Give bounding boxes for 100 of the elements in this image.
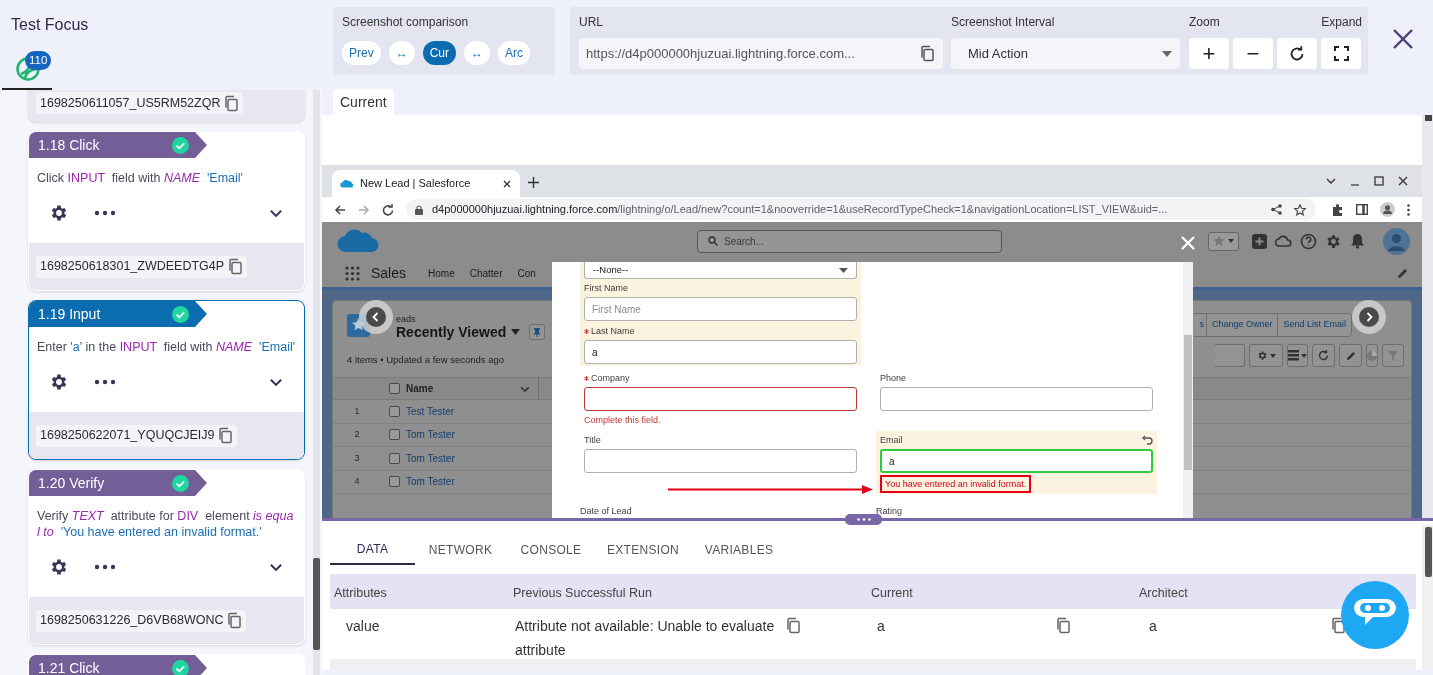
cloud-icon[interactable] (1275, 233, 1292, 249)
caret-down-icon[interactable] (511, 329, 521, 335)
copy-icon[interactable] (227, 258, 244, 275)
text-field[interactable] (584, 449, 857, 473)
app-launcher-icon[interactable] (345, 266, 360, 281)
gear-icon[interactable] (49, 372, 69, 392)
close-icon[interactable] (503, 179, 511, 188)
fullscreen-icon[interactable] (1333, 46, 1349, 61)
scrollbar[interactable] (1422, 115, 1433, 520)
browser-tab[interactable]: New Lead | Salesforce (332, 170, 520, 197)
comparison-button[interactable]: ↔ (388, 41, 415, 65)
scrollbar[interactable] (1422, 525, 1433, 670)
details-tab[interactable]: VARIABLES (690, 535, 788, 565)
zoom-button[interactable]: + (1189, 38, 1229, 69)
gear-icon[interactable] (49, 203, 69, 223)
copy-icon[interactable] (919, 45, 935, 62)
interval-dropdown[interactable]: Mid Action (951, 38, 1180, 69)
copy-icon[interactable] (785, 617, 801, 634)
display-button[interactable] (1287, 344, 1308, 367)
search-field[interactable]: Search... (697, 229, 1002, 253)
refresh-icon[interactable] (1288, 44, 1306, 63)
pin-button[interactable] (529, 324, 546, 340)
step-id-chip[interactable]: 1698250611057_US5RM52ZQR (36, 92, 244, 114)
step-card[interactable]: 1.21 Click (28, 654, 305, 675)
pencil-icon[interactable] (1397, 268, 1408, 279)
nav-item[interactable]: Con (517, 266, 536, 281)
menu-icon[interactable] (1407, 203, 1410, 216)
edit-button[interactable] (1339, 344, 1362, 367)
refresh-button[interactable] (1312, 344, 1335, 367)
action-button[interactable]: Send List Email (1277, 314, 1351, 336)
search-field[interactable] (1215, 344, 1245, 367)
scrollbar[interactable] (313, 90, 320, 675)
back-icon[interactable] (334, 203, 346, 216)
copy-icon[interactable] (226, 612, 243, 629)
more-icon[interactable] (94, 210, 116, 216)
action-button[interactable]: s (1191, 314, 1206, 336)
text-field[interactable] (880, 387, 1153, 411)
maximize-icon[interactable] (1374, 176, 1384, 186)
gear-icon[interactable] (49, 557, 69, 577)
record-link[interactable]: Test Tester (406, 403, 455, 419)
copy-icon[interactable] (217, 427, 234, 444)
url-field[interactable]: https://d4p000000hjuzuai.lightning.force.com... (579, 38, 943, 69)
scrollbar[interactable] (1183, 262, 1193, 520)
header-checkbox[interactable] (389, 383, 400, 394)
comparison-button[interactable]: Cur (422, 41, 457, 65)
star-icon[interactable] (1294, 203, 1306, 216)
action-button[interactable]: Change Owner (1205, 314, 1278, 336)
record-link[interactable]: Tom Tester (406, 474, 455, 490)
row-checkbox[interactable] (389, 452, 400, 464)
zoom-button[interactable]: − (1233, 38, 1273, 69)
details-tab[interactable]: CONSOLE (506, 535, 596, 565)
record-link[interactable]: Tom Tester (406, 427, 455, 443)
sidebar-icon[interactable] (1356, 204, 1368, 215)
avatar[interactable] (1383, 227, 1410, 255)
chevron-down-icon[interactable] (1326, 177, 1336, 185)
resize-handle[interactable] (845, 514, 882, 525)
select-field[interactable]: --None-- (584, 262, 857, 279)
share-icon[interactable] (1271, 204, 1282, 215)
nav-item[interactable]: Home (428, 266, 455, 281)
step-id-chip[interactable]: 1698250631226_D6VB68WONC (36, 609, 247, 632)
step-id-chip[interactable]: 1698250622071_YQUQCJEIJ9 (36, 424, 238, 447)
add-icon[interactable] (1252, 233, 1267, 249)
help-icon[interactable] (1300, 232, 1317, 250)
settings-button[interactable] (1249, 344, 1283, 367)
step-card[interactable]: 1.20 Verify Verify TEXT attribute for DIV element is equal to 'You have entered an invalid format.' 1698250631226_D6VB68WONC (28, 469, 305, 645)
view-tab[interactable]: Current (333, 89, 394, 115)
close-icon[interactable] (1398, 176, 1408, 186)
close-button[interactable] (1392, 28, 1414, 50)
step-id-chip[interactable]: 1698250618301_ZWDEEDTG4P (36, 255, 248, 278)
copy-icon[interactable] (223, 94, 240, 112)
more-icon[interactable] (94, 564, 116, 570)
row-checkbox[interactable] (389, 429, 400, 441)
details-tab[interactable]: NETWORK (415, 535, 506, 565)
reload-button[interactable] (1277, 38, 1317, 69)
record-link[interactable]: Tom Tester (406, 450, 455, 466)
text-field[interactable]: First Name (584, 297, 857, 321)
text-field[interactable]: a (880, 449, 1153, 473)
list-view-title[interactable]: Recently Viewed (396, 321, 507, 343)
more-icon[interactable] (94, 379, 116, 385)
step-header[interactable]: 1.18 Click (29, 132, 207, 158)
comparison-button[interactable]: Prev (342, 41, 381, 65)
reload-icon[interactable] (382, 203, 394, 216)
step-header[interactable]: 1.20 Verify (29, 470, 207, 496)
text-field[interactable] (584, 387, 857, 411)
text-field[interactable]: a (584, 340, 857, 364)
step-card[interactable]: 1.19 Input Enter 'a' in the INPUT field with NAME 'Email' 1698250622071_YQUQCJEIJ9 (28, 300, 305, 460)
step-header[interactable]: 1.21 Click (29, 655, 207, 675)
address-bar[interactable]: d4p000000hjuzuai.lightning.force.com/lightning/o/Lead/new?count=1&nooverride=1&useRecordTypeCheck=1&navigationLocation=LIST_VIEW&uid=... (406, 199, 1316, 220)
details-tab[interactable]: EXTENSION (596, 535, 690, 565)
details-tab[interactable]: DATA (330, 535, 415, 565)
bell-icon[interactable] (1350, 233, 1365, 249)
step-card[interactable]: 1698250611057_US5RM52ZQR (28, 90, 305, 122)
nav-item[interactable]: Chatter (469, 266, 503, 281)
row-checkbox[interactable] (389, 405, 400, 417)
step-card[interactable]: 1.18 Click Click INPUT field with NAME 'Email' 1698250618301_ZWDEEDTG4P (28, 131, 305, 291)
new-tab-icon[interactable] (528, 177, 539, 188)
expand-button[interactable] (1321, 38, 1361, 69)
undo-icon[interactable] (1142, 435, 1153, 445)
row-checkbox[interactable] (389, 476, 400, 488)
comparison-button[interactable]: ↔ (464, 41, 491, 65)
